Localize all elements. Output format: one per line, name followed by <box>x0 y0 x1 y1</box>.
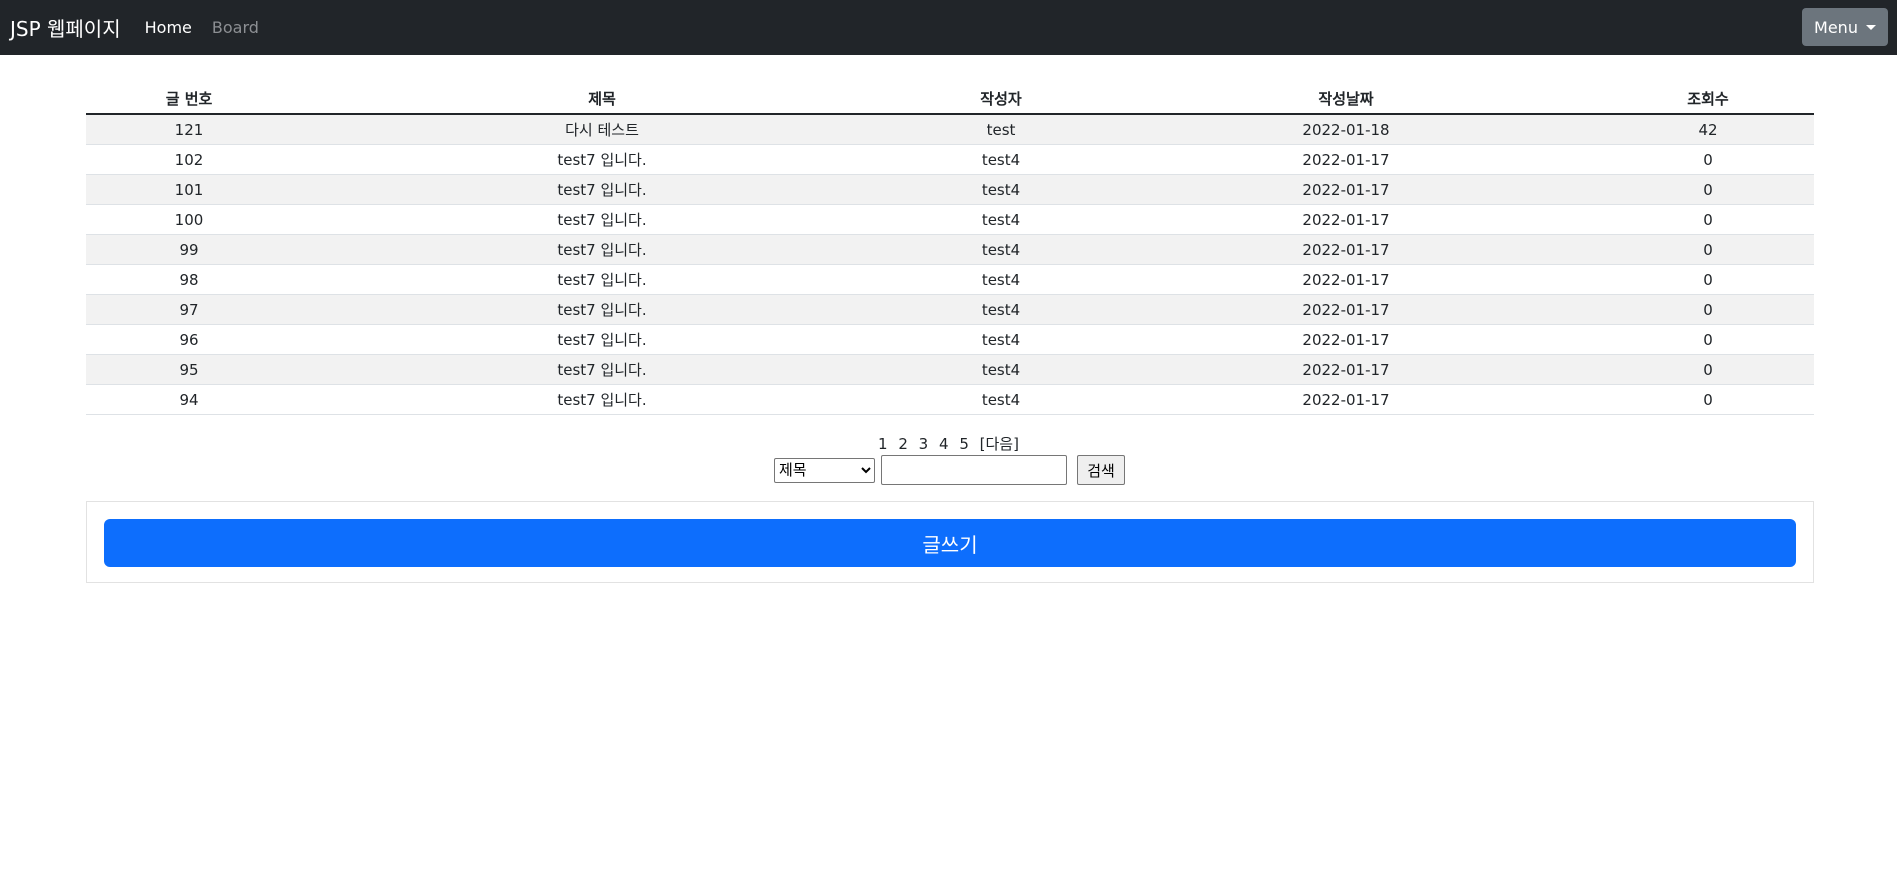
cell-post-number: 97 <box>86 294 292 325</box>
board-table: 글 번호 제목 작성자 작성날짜 조회수 121 다시 테스트 test 202… <box>86 83 1814 415</box>
board-table-container: 글 번호 제목 작성자 작성날짜 조회수 121 다시 테스트 test 202… <box>86 83 1814 415</box>
cell-post-number: 102 <box>86 144 292 175</box>
table-row[interactable]: 100 test7 입니다. test4 2022-01-17 0 <box>86 204 1814 235</box>
cell-post-number: 94 <box>86 384 292 415</box>
cell-views: 0 <box>1602 144 1814 175</box>
search-input[interactable] <box>881 455 1067 485</box>
nav-link-board[interactable]: Board <box>212 18 259 37</box>
cell-writer: test4 <box>912 324 1090 355</box>
cell-date: 2022-01-18 <box>1090 114 1602 145</box>
cell-views: 0 <box>1602 294 1814 325</box>
cell-writer: test4 <box>912 294 1090 325</box>
menu-dropdown-button[interactable]: Menu <box>1802 8 1888 46</box>
cell-views: 42 <box>1602 114 1814 145</box>
header-writer: 작성자 <box>912 83 1090 115</box>
cell-views: 0 <box>1602 204 1814 235</box>
cell-writer: test4 <box>912 384 1090 415</box>
cell-title-link[interactable]: test7 입니다. <box>292 234 912 265</box>
cell-date: 2022-01-17 <box>1090 324 1602 355</box>
page-link-1[interactable]: 1 <box>878 435 888 453</box>
cell-writer: test4 <box>912 234 1090 265</box>
menu-button-label: Menu <box>1814 17 1858 37</box>
cell-views: 0 <box>1602 264 1814 295</box>
cell-views: 0 <box>1602 354 1814 385</box>
table-row[interactable]: 102 test7 입니다. test4 2022-01-17 0 <box>86 144 1814 175</box>
table-row[interactable]: 96 test7 입니다. test4 2022-01-17 0 <box>86 324 1814 355</box>
navbar-brand[interactable]: JSP 웹페이지 <box>10 13 121 42</box>
search-form: 제목 검색 <box>774 455 1125 485</box>
cell-title-link[interactable]: 다시 테스트 <box>292 114 912 145</box>
cell-date: 2022-01-17 <box>1090 294 1602 325</box>
cell-date: 2022-01-17 <box>1090 354 1602 385</box>
header-views: 조회수 <box>1602 83 1814 115</box>
page-link-2[interactable]: 2 <box>898 435 908 453</box>
cell-writer: test4 <box>912 204 1090 235</box>
cell-views: 0 <box>1602 324 1814 355</box>
cell-date: 2022-01-17 <box>1090 234 1602 265</box>
cell-post-number: 101 <box>86 174 292 205</box>
cell-writer: test <box>912 114 1090 145</box>
cell-date: 2022-01-17 <box>1090 384 1602 415</box>
cell-title-link[interactable]: test7 입니다. <box>292 384 912 415</box>
cell-writer: test4 <box>912 264 1090 295</box>
page-next-link[interactable]: [다음] <box>980 435 1019 453</box>
cell-post-number: 96 <box>86 324 292 355</box>
table-row[interactable]: 94 test7 입니다. test4 2022-01-17 0 <box>86 384 1814 415</box>
cell-date: 2022-01-17 <box>1090 204 1602 235</box>
page-link-3[interactable]: 3 <box>919 435 929 453</box>
table-row[interactable]: 98 test7 입니다. test4 2022-01-17 0 <box>86 264 1814 295</box>
cell-title-link[interactable]: test7 입니다. <box>292 144 912 175</box>
cell-post-number: 99 <box>86 234 292 265</box>
cell-title-link[interactable]: test7 입니다. <box>292 324 912 355</box>
table-row[interactable]: 101 test7 입니다. test4 2022-01-17 0 <box>86 174 1814 205</box>
search-button[interactable]: 검색 <box>1077 455 1125 485</box>
cell-writer: test4 <box>912 144 1090 175</box>
table-row[interactable]: 121 다시 테스트 test 2022-01-18 42 <box>86 114 1814 145</box>
table-row[interactable]: 97 test7 입니다. test4 2022-01-17 0 <box>86 294 1814 325</box>
header-date: 작성날짜 <box>1090 83 1602 115</box>
cell-date: 2022-01-17 <box>1090 144 1602 175</box>
cell-date: 2022-01-17 <box>1090 264 1602 295</box>
cell-views: 0 <box>1602 384 1814 415</box>
cell-title-link[interactable]: test7 입니다. <box>292 174 912 205</box>
cell-post-number: 100 <box>86 204 292 235</box>
nav-link-home[interactable]: Home <box>145 18 192 37</box>
cell-title-link[interactable]: test7 입니다. <box>292 204 912 235</box>
search-field-select[interactable]: 제목 <box>774 457 875 483</box>
page-link-4[interactable]: 4 <box>939 435 949 453</box>
cell-post-number: 95 <box>86 354 292 385</box>
table-row[interactable]: 99 test7 입니다. test4 2022-01-17 0 <box>86 234 1814 265</box>
pagination: 1 2 3 4 5 [다음] <box>0 433 1897 454</box>
cell-writer: test4 <box>912 174 1090 205</box>
write-panel: 글쓰기 <box>86 501 1814 583</box>
page-link-5[interactable]: 5 <box>959 435 969 453</box>
header-title: 제목 <box>292 83 912 115</box>
cell-writer: test4 <box>912 354 1090 385</box>
caret-down-icon <box>1865 24 1876 30</box>
cell-date: 2022-01-17 <box>1090 174 1602 205</box>
cell-title-link[interactable]: test7 입니다. <box>292 294 912 325</box>
cell-views: 0 <box>1602 234 1814 265</box>
cell-post-number: 121 <box>86 114 292 145</box>
table-header-row: 글 번호 제목 작성자 작성날짜 조회수 <box>86 83 1814 115</box>
navbar: JSP 웹페이지 Home Board Menu <box>0 0 1897 55</box>
cell-post-number: 98 <box>86 264 292 295</box>
cell-title-link[interactable]: test7 입니다. <box>292 264 912 295</box>
table-row[interactable]: 95 test7 입니다. test4 2022-01-17 0 <box>86 354 1814 385</box>
cell-views: 0 <box>1602 174 1814 205</box>
cell-title-link[interactable]: test7 입니다. <box>292 354 912 385</box>
write-post-button[interactable]: 글쓰기 <box>104 519 1796 567</box>
header-post-number: 글 번호 <box>86 83 292 115</box>
